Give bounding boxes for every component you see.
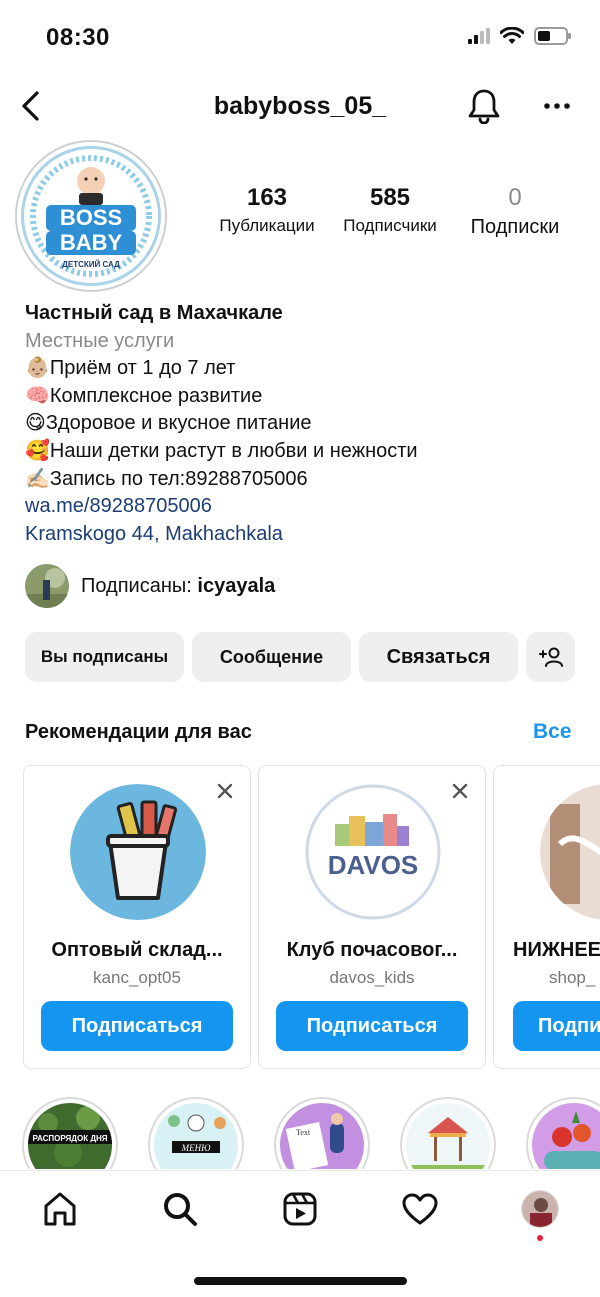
- highlight-cover: [406, 1103, 490, 1169]
- see-all-link[interactable]: Все: [533, 720, 572, 744]
- tab-activity[interactable]: [400, 1189, 440, 1229]
- lingerie-shop-avatar: [540, 784, 600, 920]
- card-handle: shop_: [549, 968, 596, 987]
- tab-reels[interactable]: [280, 1189, 320, 1229]
- pencil-cup-avatar: [70, 784, 206, 920]
- stat-posts[interactable]: 163 Публикации: [205, 184, 329, 236]
- profile-bio: Частный сад в Махачкале Местные услуги 👶…: [25, 300, 585, 548]
- highlight-item[interactable]: МЕНЮ: [148, 1097, 244, 1169]
- suggest-people-button[interactable]: [526, 632, 575, 682]
- search-icon: [164, 1193, 197, 1226]
- card-follow-button[interactable]: Подписаться: [276, 1001, 468, 1051]
- dismiss-button[interactable]: [214, 780, 236, 802]
- card-handle: kanc_opt05: [93, 968, 181, 987]
- card-handle: davos_kids: [329, 968, 415, 987]
- status-bar: 08:30: [0, 0, 600, 76]
- davos-logo-avatar: DAVOS: [305, 784, 441, 920]
- profile-avatar[interactable]: BOSS BABY ДЕТСКИЙ САД: [15, 140, 167, 292]
- followed-by-prefix: Подписаны:: [81, 574, 198, 597]
- stat-followers-value: 585: [369, 184, 411, 211]
- back-button[interactable]: [10, 86, 50, 126]
- status-time: 08:30: [46, 24, 110, 51]
- chevron-left-icon: [22, 91, 39, 121]
- followed-by[interactable]: Подписаны: icyayala: [25, 564, 275, 608]
- card-name: Клуб почасовог...: [286, 939, 458, 961]
- highlight-item[interactable]: РАСПОРЯДОК ДНЯ: [22, 1097, 118, 1169]
- following-button[interactable]: Вы подписаны: [25, 632, 184, 682]
- highlight-cover: Text: [280, 1103, 364, 1169]
- highlight-cover: [532, 1103, 600, 1169]
- bio-category: Местные услуги: [25, 329, 175, 352]
- dismiss-button[interactable]: [449, 780, 471, 802]
- bio-line: 🥰Наши детки растут в любви и нежности: [25, 439, 418, 462]
- own-profile-avatar: [521, 1190, 559, 1228]
- stat-followers[interactable]: 585 Подписчики: [331, 184, 449, 236]
- reels-icon: [283, 1192, 317, 1226]
- card-name: Оптовый склад...: [51, 939, 223, 961]
- profile-username: babyboss_05_: [213, 92, 387, 120]
- add-person-icon: [538, 647, 563, 667]
- follower-avatar: [25, 564, 69, 608]
- highlight-cover: РАСПОРЯДОК ДНЯ: [28, 1103, 112, 1169]
- highlight-cover: МЕНЮ: [154, 1103, 238, 1169]
- contact-button[interactable]: Связаться: [359, 632, 518, 682]
- stat-posts-value: 163: [246, 184, 288, 211]
- boss-baby-logo: BOSS BABY ДЕТСКИЙ САД: [21, 146, 161, 286]
- status-icons: [468, 26, 572, 50]
- more-dots-icon: [544, 103, 570, 109]
- bio-name: Частный сад в Махачкале: [25, 302, 283, 324]
- bio-line: ✍🏻Запись по тел:89288705006: [25, 467, 308, 490]
- avatar-logo-text-2: BABY: [60, 230, 123, 255]
- profile-stats: 163 Публикации 585 Подписчики 0 Подписки: [205, 184, 575, 244]
- recommendation-card[interactable]: НИЖНЕЕ shop_ Подпи: [493, 765, 600, 1069]
- home-icon: [44, 1192, 76, 1226]
- stat-following-value: 0: [508, 184, 522, 211]
- highlight-item[interactable]: [400, 1097, 496, 1169]
- followed-by-user: icyayala: [197, 574, 276, 597]
- signal-icon: [468, 28, 490, 49]
- bio-line: 👶🏼Приём от 1 до 7 лет: [25, 357, 236, 380]
- bio-line: 🧠Комплексное развитие: [25, 384, 263, 407]
- highlight-label: РАСПОРЯДОК ДНЯ: [32, 1134, 107, 1143]
- bio-line: 😋Здоровое и вкусное питание: [25, 412, 312, 435]
- card-follow-button[interactable]: Подпи: [513, 1001, 600, 1051]
- davos-logo-text: DAVOS: [328, 850, 419, 880]
- close-icon: [452, 783, 468, 799]
- tab-search[interactable]: [160, 1189, 200, 1229]
- card-name: НИЖНЕЕ: [513, 939, 600, 961]
- wifi-icon: [499, 26, 525, 50]
- highlight-label: Text: [296, 1128, 311, 1137]
- recommendations-title: Рекомендации для вас: [25, 721, 252, 743]
- heart-icon: [402, 1193, 438, 1225]
- highlight-item[interactable]: [526, 1097, 600, 1169]
- card-follow-button[interactable]: Подписаться: [41, 1001, 233, 1051]
- bio-location-link[interactable]: Kramskogo 44, Makhachkala: [25, 521, 585, 549]
- bio-website-link[interactable]: wa.me/89288705006: [25, 493, 585, 521]
- avatar-logo-text-3: ДЕТСКИЙ САД: [62, 260, 120, 269]
- battery-icon: [534, 27, 572, 50]
- stat-following[interactable]: 0 Подписки: [457, 184, 573, 239]
- avatar-logo-text-1: BOSS: [60, 205, 122, 230]
- home-indicator: [194, 1277, 407, 1285]
- highlight-label: МЕНЮ: [181, 1143, 211, 1153]
- stat-following-label: Подписки: [470, 216, 560, 238]
- stat-posts-label: Публикации: [219, 216, 315, 235]
- tab-home[interactable]: [40, 1189, 80, 1229]
- notification-dot: [537, 1235, 543, 1241]
- close-icon: [217, 783, 233, 799]
- message-button[interactable]: Сообщение: [192, 632, 351, 682]
- story-highlights: РАСПОРЯДОК ДНЯ МЕНЮ Text: [0, 1097, 600, 1169]
- tab-profile[interactable]: [520, 1189, 560, 1229]
- profile-header: babyboss_05_: [0, 76, 600, 136]
- notifications-button[interactable]: [464, 86, 504, 126]
- recommendation-card[interactable]: DAVOS Клуб почасовог... davos_kids Подпи…: [258, 765, 486, 1069]
- bell-icon: [468, 89, 500, 124]
- more-options-button[interactable]: [537, 86, 577, 126]
- recommendation-card[interactable]: Оптовый склад... kanc_opt05 Подписаться: [23, 765, 251, 1069]
- highlight-item[interactable]: Text: [274, 1097, 370, 1169]
- stat-followers-label: Подписчики: [343, 216, 437, 235]
